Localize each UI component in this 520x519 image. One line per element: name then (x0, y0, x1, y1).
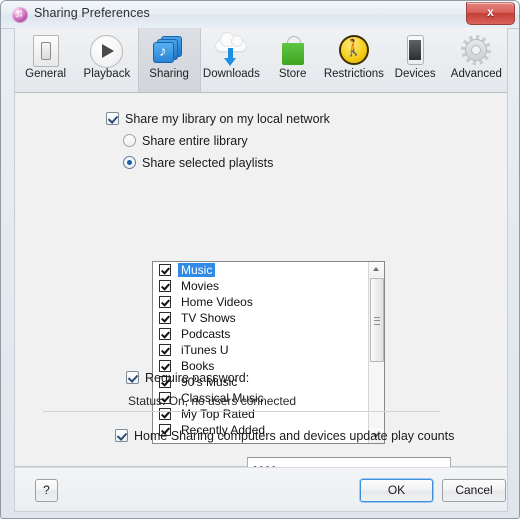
window-title: Sharing Preferences (34, 6, 150, 20)
playlist-name: Podcasts (181, 327, 231, 341)
devices-icon (398, 33, 432, 67)
tab-restrictions-label: Restrictions (323, 68, 384, 80)
playlist-name: Home Videos (181, 295, 253, 309)
home-sharing-row[interactable]: Home Sharing computers and devices updat… (115, 427, 454, 445)
close-glyph: x (487, 5, 494, 19)
title-bar: Sharing Preferences x (1, 1, 519, 29)
share-library-checkbox[interactable] (106, 112, 119, 125)
playlist-name: Music (178, 263, 216, 277)
tab-sharing-label: Sharing (149, 68, 189, 80)
close-icon[interactable]: x (466, 2, 515, 25)
tab-general[interactable]: General (15, 28, 76, 92)
playlist-row[interactable]: Home Videos (153, 294, 368, 310)
tab-downloads-label: Downloads (202, 68, 260, 80)
tab-downloads[interactable]: Downloads (201, 28, 262, 92)
general-icon (29, 33, 63, 67)
playlist-row[interactable]: TV Shows (153, 310, 368, 326)
scroll-up-icon[interactable] (369, 262, 384, 277)
playlist-checkbox[interactable] (159, 312, 171, 324)
home-sharing-checkbox[interactable] (115, 429, 128, 442)
itunes-note-icon (12, 6, 28, 23)
restrictions-icon (337, 33, 371, 67)
share-entire-library-label: Share entire library (142, 134, 248, 148)
playlist-row[interactable]: iTunes U (153, 342, 368, 358)
playback-icon (90, 33, 124, 68)
playlist-row[interactable]: My Top Rated (153, 406, 368, 422)
require-password-label: Require password: (145, 371, 250, 385)
downloads-icon (214, 33, 248, 67)
ok-button[interactable]: OK (360, 479, 433, 502)
section-divider (43, 411, 440, 412)
tab-general-label: General (25, 68, 67, 80)
playlist-checkbox[interactable] (159, 328, 171, 340)
playlist-checkbox[interactable] (159, 264, 171, 276)
playlist-row[interactable]: Podcasts (153, 326, 368, 342)
tab-advanced[interactable]: Advanced (446, 28, 507, 92)
share-library-checkbox-row[interactable]: Share my library on my local network (106, 110, 330, 128)
tab-playback-label: Playback (83, 68, 131, 80)
sharing-status-text: Status: On, no users connected (128, 394, 297, 408)
preferences-toolbar: General Playback Sharing Downloads Store (14, 28, 508, 93)
tab-store-label: Store (278, 68, 307, 80)
playlist-scrollbar[interactable] (368, 262, 384, 443)
share-entire-library-radio-row[interactable]: Share entire library (123, 132, 248, 150)
playlist-name: Movies (181, 279, 220, 293)
playlist-row[interactable]: Music (153, 262, 368, 278)
playlist-checkbox[interactable] (159, 296, 171, 308)
advanced-icon (459, 33, 493, 67)
share-selected-playlists-radio[interactable] (123, 156, 136, 169)
sharing-preferences-window: Sharing Preferences x General Playback S… (0, 0, 520, 519)
tab-playback[interactable]: Playback (76, 28, 137, 92)
playlist-checkbox[interactable] (159, 280, 171, 292)
tab-sharing[interactable]: Sharing (137, 28, 201, 92)
store-icon (276, 33, 310, 67)
playlist-name: iTunes U (181, 343, 229, 357)
sharing-icon (152, 33, 186, 67)
playlist-name: My Top Rated (181, 407, 255, 421)
tab-advanced-label: Advanced (450, 68, 502, 80)
share-selected-playlists-radio-row[interactable]: Share selected playlists (123, 154, 273, 172)
playlist-row[interactable]: Movies (153, 278, 368, 294)
playlist-checkbox[interactable] (159, 408, 171, 420)
playlist-listbox[interactable]: Music Movies Home Videos TV Shows Podcasts iT… (152, 261, 385, 444)
tab-devices[interactable]: Devices (385, 28, 446, 92)
share-library-label: Share my library on my local network (125, 112, 330, 126)
require-password-checkbox[interactable] (126, 371, 139, 384)
sharing-settings-panel: Share my library on my local network Sha… (14, 93, 508, 478)
tab-devices-label: Devices (394, 68, 436, 80)
share-entire-library-radio[interactable] (123, 134, 136, 147)
playlist-name: TV Shows (181, 311, 236, 325)
tab-restrictions[interactable]: Restrictions (323, 28, 384, 92)
tab-store[interactable]: Store (262, 28, 323, 92)
home-sharing-label: Home Sharing computers and devices updat… (134, 429, 455, 443)
scrollbar-thumb[interactable] (370, 278, 384, 362)
dialog-footer: ? OK Cancel (14, 467, 508, 512)
playlist-checkbox[interactable] (159, 344, 171, 356)
share-selected-playlists-label: Share selected playlists (142, 156, 274, 170)
help-button[interactable]: ? (35, 479, 58, 502)
cancel-button[interactable]: Cancel (442, 479, 506, 502)
require-password-row[interactable]: Require password: (126, 369, 249, 387)
